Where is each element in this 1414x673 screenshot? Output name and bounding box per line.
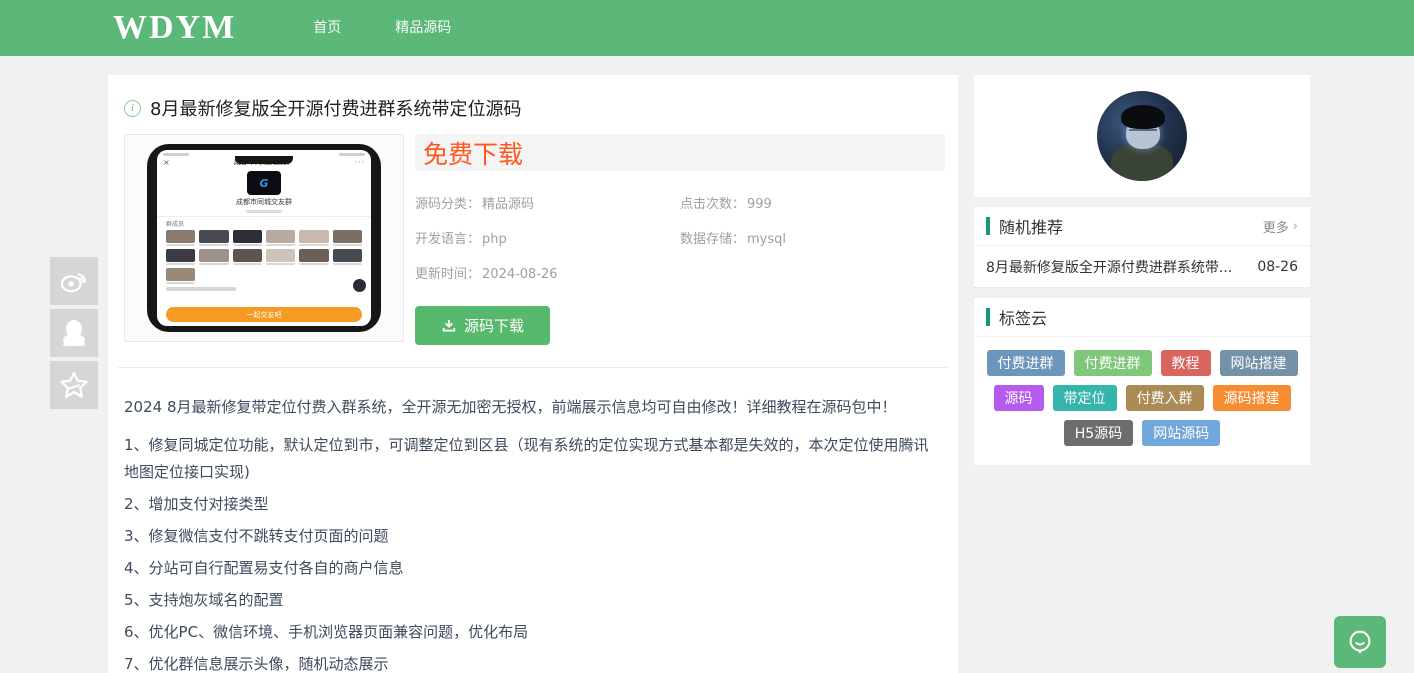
meta-label: 更新时间：	[415, 267, 480, 282]
tag-cloud-card: 标签云 付费进群付费进群教程网站搭建源码带定位付费入群源码搭建H5源码网站源码	[974, 298, 1310, 465]
more-link[interactable]: 更多 ›	[1263, 217, 1298, 236]
close-icon: ×	[163, 158, 170, 167]
free-download-banner: 免费下载	[415, 134, 945, 171]
article-description: 2024 8月最新修复带定位付费入群系统，全开源无加密无授权，前端展示信息均可自…	[108, 368, 958, 673]
meta-item-3: 数据存储：mysql	[680, 228, 945, 247]
member-avatar	[166, 268, 195, 284]
article-card: i 8月最新修复版全开源付费进群系统带定位源码 × 成都市同城交友群 ···	[108, 75, 958, 673]
member-avatar	[233, 249, 262, 265]
description-paragraph-7: 7、优化群信息展示头像，随机动态展示	[124, 651, 942, 673]
group-logo: G	[247, 171, 281, 195]
description-paragraph-6: 6、优化PC、微信环境、手机浏览器页面兼容问题，优化布局	[124, 619, 942, 646]
members-label: 群成员	[157, 219, 371, 229]
tag-1[interactable]: 付费进群	[1074, 350, 1152, 376]
meta-value[interactable]: 精品源码	[482, 197, 534, 212]
member-avatar-round	[353, 279, 366, 292]
accent-bar	[986, 308, 990, 326]
recommend-item[interactable]: 8月最新修复版全开源付费进群系统带... 08-26	[974, 246, 1310, 288]
tag-0[interactable]: 付费进群	[987, 350, 1065, 376]
description-paragraph-1: 1、修复同城定位功能，默认定位到市，可调整定位到区县（现有系统的定位实现方式基本…	[124, 432, 942, 486]
group-subtitle-placeholder	[246, 210, 282, 213]
qq-share-button[interactable]	[50, 309, 98, 357]
member-avatar	[266, 249, 295, 265]
qzone-icon	[59, 370, 89, 400]
phone-mockup: × 成都市同城交友群 ··· G 成都市同城交友群 群成员	[147, 144, 381, 332]
member-avatar	[299, 230, 328, 246]
qq-icon	[61, 318, 87, 348]
meta-value: 2024-08-26	[482, 267, 558, 282]
post-header: i 8月最新修复版全开源付费进群系统带定位源码	[108, 75, 958, 131]
chevron-right-icon: ›	[1293, 219, 1298, 234]
meta-item-1: 点击次数：999	[680, 193, 945, 212]
group-name: 成都市同城交友群	[157, 197, 371, 207]
member-avatar	[266, 230, 295, 246]
description-paragraph-5: 5、支持炮灰域名的配置	[124, 587, 942, 614]
chat-fab-button[interactable]	[1334, 616, 1386, 668]
tag-3[interactable]: 网站搭建	[1220, 350, 1298, 376]
download-source-button[interactable]: 源码下载	[415, 306, 550, 345]
chat-bubble-icon	[1345, 627, 1375, 657]
meta-label: 数据存储：	[680, 232, 745, 247]
meta-value: php	[482, 232, 507, 247]
member-avatar	[199, 230, 228, 246]
tag-6[interactable]: 付费入群	[1126, 385, 1204, 411]
member-avatar	[166, 230, 195, 246]
member-avatar	[299, 249, 328, 265]
meta-item-0: 源码分类：精品源码	[415, 193, 680, 212]
description-paragraph-0: 2024 8月最新修复带定位付费入群系统，全开源无加密无授权，前端展示信息均可自…	[124, 394, 942, 421]
member-avatar	[199, 249, 228, 265]
phone-notch	[235, 156, 293, 164]
article-thumbnail[interactable]: × 成都市同城交友群 ··· G 成都市同城交友群 群成员	[124, 134, 404, 342]
join-button: 一起交友吧	[166, 307, 362, 322]
meta-value: 999	[747, 197, 772, 212]
tag-2[interactable]: 教程	[1161, 350, 1211, 376]
tag-5[interactable]: 带定位	[1053, 385, 1117, 411]
nav-item-premium-source[interactable]: 精品源码	[368, 0, 478, 56]
recommend-title: 随机推荐	[999, 214, 1063, 238]
article-meta: 源码分类：精品源码点击次数：999开发语言：php数据存储：mysql更新时间：…	[415, 193, 945, 282]
tag-8[interactable]: H5源码	[1064, 420, 1133, 446]
info-icon: i	[124, 100, 141, 117]
share-bar	[50, 257, 98, 413]
qzone-share-button[interactable]	[50, 361, 98, 409]
meta-value: mysql	[747, 232, 786, 247]
description-paragraph-4: 4、分站可自行配置易支付各自的商户信息	[124, 555, 942, 582]
accent-bar	[986, 217, 990, 235]
more-icon: ···	[354, 158, 365, 167]
meta-item-4: 更新时间：2024-08-26	[415, 263, 680, 282]
avatar-card	[974, 75, 1310, 197]
page-title: 8月最新修复版全开源付费进群系统带定位源码	[150, 95, 521, 121]
member-avatar-grid	[157, 229, 371, 284]
description-paragraph-2: 2、增加支付对接类型	[124, 491, 942, 518]
member-avatar	[233, 230, 262, 246]
site-header: WDYM 首页 精品源码	[0, 0, 1414, 56]
recommend-card: 随机推荐 更多 › 8月最新修复版全开源付费进群系统带... 08-26	[974, 207, 1310, 288]
top-nav: 首页 精品源码	[286, 0, 478, 56]
description-paragraph-3: 3、修复微信支付不跳转支付页面的问题	[124, 523, 942, 550]
meta-label: 开发语言：	[415, 232, 480, 247]
weibo-icon	[59, 268, 89, 294]
nav-item-home[interactable]: 首页	[286, 0, 368, 56]
meta-label: 点击次数：	[680, 197, 745, 212]
meta-label: 源码分类：	[415, 197, 480, 212]
member-avatar	[166, 249, 195, 265]
meta-item-2: 开发语言：php	[415, 228, 680, 247]
weibo-share-button[interactable]	[50, 257, 98, 305]
download-icon	[441, 318, 457, 334]
member-avatar	[333, 249, 362, 265]
sidebar: 随机推荐 更多 › 8月最新修复版全开源付费进群系统带... 08-26 标签云…	[974, 75, 1310, 465]
tag-4[interactable]: 源码	[994, 385, 1044, 411]
tag-cloud: 付费进群付费进群教程网站搭建源码带定位付费入群源码搭建H5源码网站源码	[974, 337, 1310, 465]
tag-cloud-title: 标签云	[999, 305, 1047, 329]
site-logo[interactable]: WDYM	[113, 9, 236, 47]
note-placeholder	[166, 287, 236, 291]
tag-9[interactable]: 网站源码	[1142, 420, 1220, 446]
member-avatar	[333, 230, 362, 246]
avatar[interactable]	[1097, 91, 1187, 181]
tag-7[interactable]: 源码搭建	[1213, 385, 1291, 411]
